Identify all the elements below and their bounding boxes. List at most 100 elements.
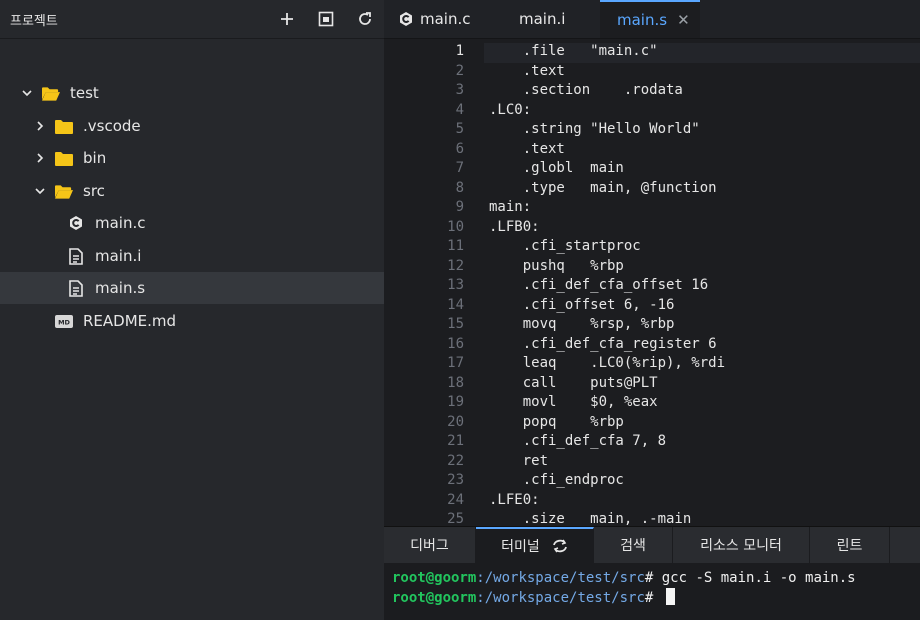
line-number: 12 — [447, 257, 464, 274]
line-number: 1 — [455, 43, 464, 59]
tab-label: 린트 — [836, 538, 863, 554]
code-line: .LC0: — [489, 101, 532, 118]
terminal[interactable]: root@goorm:/workspace/test/src# gcc -S m… — [384, 563, 920, 614]
tab-label: main.c — [420, 10, 471, 28]
code-line: .text — [489, 62, 565, 79]
code-line: .cfi_def_cfa 7, 8 — [489, 433, 667, 449]
code-line: main: — [489, 199, 532, 215]
chevron-down-icon[interactable] — [33, 184, 47, 198]
tab-main-c[interactable]: main.c — [384, 0, 502, 38]
tab-terminal[interactable]: 터미널 — [476, 527, 594, 563]
line-number: 8 — [455, 179, 464, 196]
chevron-right-icon[interactable] — [33, 119, 47, 133]
line-number: 10 — [447, 218, 464, 235]
code-line: .file "main.c" — [489, 43, 658, 59]
tree-item-label: main.i — [95, 247, 142, 265]
tree-item-label: src — [83, 182, 105, 200]
code-editor: main.c main.i main.s ✕ 1 .file "main.c" 2… — [384, 0, 920, 526]
line-number: 24 — [447, 491, 464, 508]
tree-item[interactable]: .vscode — [0, 110, 384, 142]
sync-icon[interactable] — [552, 539, 568, 553]
tree-item-label: test — [70, 84, 99, 102]
close-icon[interactable]: ✕ — [677, 11, 690, 29]
line-number: 13 — [447, 277, 464, 293]
prompt-user: root@goorm — [392, 570, 477, 586]
code-line: .string "Hello World" — [489, 121, 700, 137]
tree-item-label: .vscode — [83, 117, 141, 135]
folder-icon — [55, 117, 73, 135]
code-line: .text — [489, 140, 565, 157]
tree-item[interactable]: main.c — [0, 207, 384, 239]
tree-item[interactable]: main.s — [0, 272, 384, 304]
sidebar-title: 프로젝트 — [10, 13, 58, 29]
code-line: movl $0, %eax — [489, 394, 658, 410]
editor-tabs: main.c main.i main.s ✕ — [384, 0, 920, 39]
tab-lint[interactable]: 린트 — [810, 527, 890, 563]
terminal-command: # gcc -S main.i -o main.s — [644, 570, 856, 586]
tab-label: 검색 — [620, 538, 646, 554]
code-line: .LFB0: — [489, 218, 540, 235]
file-icon — [67, 279, 85, 297]
folder-open-icon — [55, 182, 73, 200]
code-line: pushq %rbp — [489, 257, 624, 274]
folder-icon — [55, 149, 73, 167]
line-number: 3 — [455, 82, 464, 98]
tab-main-i[interactable]: main.i — [502, 0, 600, 38]
markdown-icon: MD — [55, 312, 73, 330]
add-icon[interactable] — [267, 0, 306, 39]
line-number: 2 — [455, 62, 464, 79]
code-line: .cfi_startproc — [489, 238, 641, 254]
line-number: 9 — [455, 199, 464, 215]
tab-main-s[interactable]: main.s ✕ — [600, 0, 700, 38]
line-number: 18 — [447, 374, 464, 391]
code-line: popq %rbp — [489, 413, 624, 430]
code-line: .cfi_endproc — [489, 472, 624, 488]
tree-item[interactable]: test — [0, 77, 384, 109]
code-area[interactable]: 1 .file "main.c" 2 .text 3 .section .rodat… — [384, 39, 920, 526]
line-number: 6 — [455, 140, 464, 157]
terminal-line: root@goorm:/workspace/test/src# gcc -S m… — [392, 569, 912, 588]
code-line: .LFE0: — [489, 491, 540, 508]
tab-label: 리소스 모니터 — [700, 538, 782, 554]
svg-text:MD: MD — [58, 318, 70, 326]
sidebar-header: 프로젝트 — [0, 0, 384, 39]
line-number: 11 — [447, 238, 464, 254]
chevron-down-icon[interactable] — [20, 86, 34, 100]
c-file-icon — [398, 11, 414, 27]
tab-search[interactable]: 검색 — [594, 527, 673, 563]
terminal-command: # — [644, 590, 662, 606]
tree-item-label: main.s — [95, 279, 146, 297]
tree-item-label: README.md — [83, 312, 177, 330]
code-line: .type main, @function — [489, 179, 717, 196]
refresh-icon[interactable] — [345, 0, 384, 39]
line-number: 25 — [447, 511, 464, 526]
tree-item[interactable]: MD README.md — [0, 305, 384, 337]
tab-label: main.i — [519, 10, 566, 28]
tab-label: main.s — [617, 11, 668, 29]
tab-label: 디버그 — [410, 538, 449, 554]
tree-item[interactable]: bin — [0, 142, 384, 174]
line-number: 23 — [447, 472, 464, 488]
terminal-line: root@goorm:/workspace/test/src# — [392, 588, 912, 608]
tab-resource-monitor[interactable]: 리소스 모니터 — [673, 527, 810, 563]
line-number: 21 — [447, 433, 464, 449]
prompt-path: :/workspace/test/src — [476, 590, 645, 606]
collapse-icon[interactable] — [306, 0, 345, 39]
tab-debug[interactable]: 디버그 — [384, 527, 476, 563]
code-line: .size main, .-main — [489, 511, 692, 526]
line-number: 22 — [447, 452, 464, 469]
tree-item[interactable]: main.i — [0, 240, 384, 272]
prompt-user: root@goorm — [392, 590, 477, 606]
chevron-right-icon[interactable] — [33, 151, 47, 165]
terminal-cursor — [665, 588, 675, 605]
tab-label: 터미널 — [501, 539, 540, 555]
project-sidebar: 프로젝트 test .vscode bin src main.c main.i main.s… — [0, 0, 384, 620]
line-number: 7 — [455, 160, 464, 176]
line-number: 5 — [455, 121, 464, 137]
file-icon — [67, 247, 85, 265]
tree-item[interactable]: src — [0, 175, 384, 207]
line-number: 20 — [447, 413, 464, 430]
tree-item-label: main.c — [95, 214, 146, 232]
line-number: 15 — [447, 316, 464, 332]
prompt-path: :/workspace/test/src — [476, 570, 645, 586]
